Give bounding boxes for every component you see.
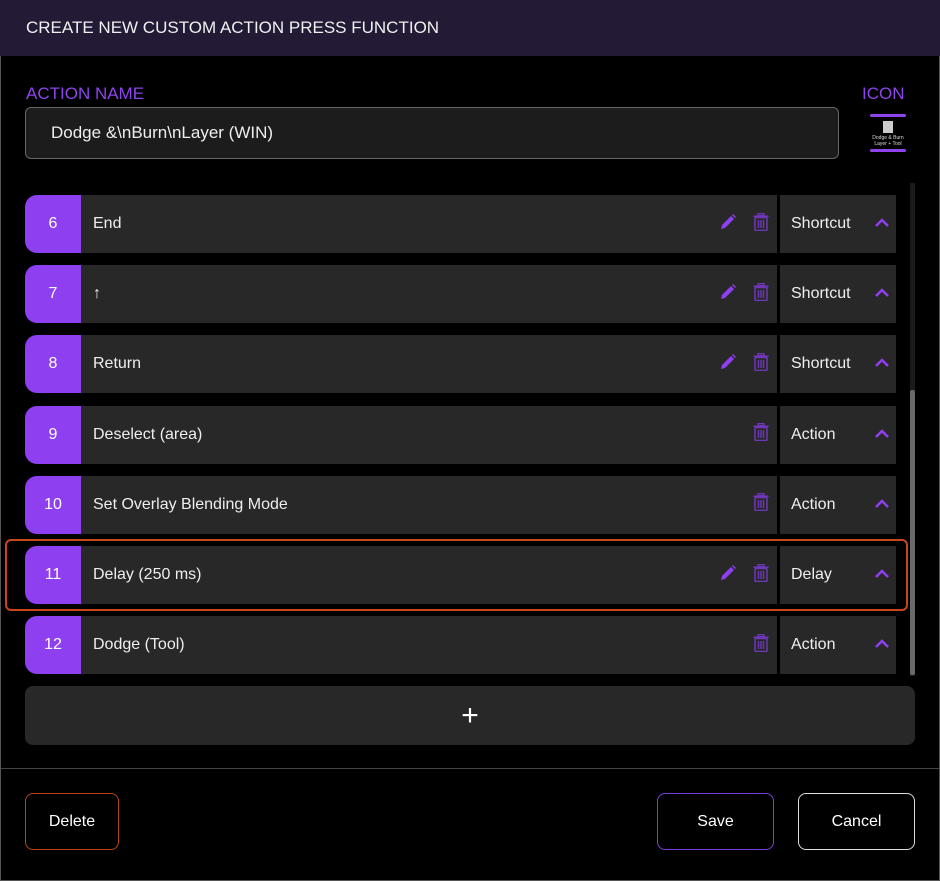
step-name: Deselect (area) <box>93 425 203 443</box>
step-content[interactable]: ↑ <box>81 265 777 324</box>
chevron-up-icon[interactable] <box>874 426 890 444</box>
step-content[interactable]: Return <box>81 335 777 394</box>
step-number: 8 <box>25 335 81 394</box>
step-content[interactable]: Deselect (area) <box>81 405 777 464</box>
document-icon <box>883 121 893 133</box>
chevron-up-icon[interactable] <box>874 215 890 233</box>
step-type-dropdown[interactable]: Shortcut <box>780 195 896 253</box>
dialog-header: CREATE NEW CUSTOM ACTION PRESS FUNCTION <box>0 0 940 56</box>
pencil-icon[interactable] <box>719 213 737 236</box>
add-step-button[interactable]: + <box>25 686 915 745</box>
pencil-icon[interactable] <box>719 283 737 306</box>
step-number: 10 <box>25 475 81 534</box>
chevron-up-icon[interactable] <box>874 355 890 373</box>
pencil-icon[interactable] <box>719 353 737 376</box>
divider <box>1 768 939 769</box>
step-number: 7 <box>25 265 81 324</box>
step-type: Shortcut <box>791 285 851 303</box>
cancel-button[interactable]: Cancel <box>798 793 915 850</box>
step-name: Dodge (Tool) <box>93 636 185 654</box>
trash-icon[interactable] <box>753 352 769 376</box>
scrollbar[interactable] <box>910 183 915 676</box>
step-row[interactable]: 12 Dodge (Tool) Action <box>25 616 896 675</box>
scrollbar-thumb[interactable] <box>910 390 915 675</box>
save-button[interactable]: Save <box>657 793 774 850</box>
step-name: Set Overlay Blending Mode <box>93 495 288 513</box>
dialog-title: CREATE NEW CUSTOM ACTION PRESS FUNCTION <box>26 18 440 37</box>
chevron-up-icon[interactable] <box>874 636 890 654</box>
selected-row-highlight <box>5 539 908 611</box>
step-content[interactable]: Dodge (Tool) <box>81 616 777 675</box>
step-number: 6 <box>25 195 81 253</box>
icon-label: ICON <box>862 84 905 103</box>
action-name-input[interactable] <box>25 107 839 159</box>
chevron-up-icon[interactable] <box>874 496 890 514</box>
step-type: Shortcut <box>791 215 851 232</box>
step-type: Shortcut <box>791 355 851 373</box>
step-type: Action <box>791 495 836 513</box>
step-row[interactable]: 6 End Shortcut <box>25 195 896 253</box>
trash-icon[interactable] <box>753 212 769 236</box>
icon-caption: Dodge & Burn Layer + Tool <box>872 135 904 147</box>
step-row[interactable]: 9 Deselect (area) Action <box>25 405 896 464</box>
step-type-dropdown[interactable]: Action <box>780 405 896 464</box>
trash-icon[interactable] <box>753 282 769 306</box>
step-type-dropdown[interactable]: Action <box>780 616 896 675</box>
step-row[interactable]: 8 Return Shortcut <box>25 335 896 394</box>
trash-icon[interactable] <box>753 422 769 446</box>
chevron-up-icon[interactable] <box>874 285 890 303</box>
step-type-dropdown[interactable]: Shortcut <box>780 335 896 394</box>
trash-icon[interactable] <box>753 633 769 657</box>
action-name-label: ACTION NAME <box>26 84 145 103</box>
step-name: ↑ <box>93 285 101 303</box>
step-type: Action <box>791 636 836 654</box>
trash-icon[interactable] <box>753 493 769 516</box>
step-row[interactable]: 10 Set Overlay Blending Mode Action <box>25 475 896 534</box>
step-content[interactable]: End <box>81 195 777 253</box>
step-content[interactable]: Set Overlay Blending Mode <box>81 475 777 534</box>
delete-button[interactable]: Delete <box>25 793 119 850</box>
step-name: End <box>93 215 122 232</box>
step-type-dropdown[interactable]: Shortcut <box>780 265 896 324</box>
plus-icon: + <box>461 698 479 732</box>
step-number: 9 <box>25 405 81 464</box>
step-row[interactable]: 7 ↑ Shortcut <box>25 265 896 324</box>
step-type: Action <box>791 425 836 443</box>
step-type-dropdown[interactable]: Action <box>780 475 896 534</box>
step-name: Return <box>93 355 142 373</box>
action-icon-button[interactable]: Dodge & Burn Layer + Tool <box>870 114 906 156</box>
step-number: 12 <box>25 616 81 675</box>
